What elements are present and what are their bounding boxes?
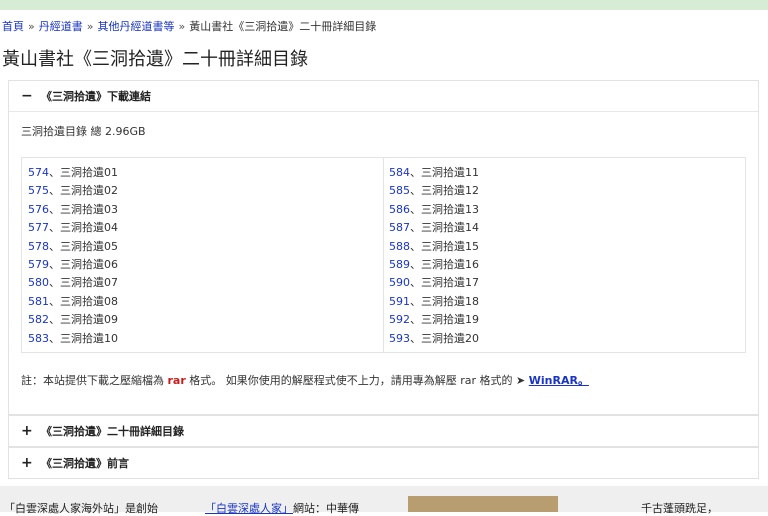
volume-name: 、三洞拾遺19 [410,313,479,327]
footer-text-2: 「白雲深處人家」網站：中華傳 [205,500,359,516]
volume-number-link[interactable]: 592 [389,313,410,326]
collapse-icon: − [21,88,33,104]
volume-number-link[interactable]: 590 [389,276,410,289]
volume-number-link[interactable]: 589 [389,258,410,271]
download-link-item[interactable]: 589、三洞拾遺16 [389,256,479,274]
volume-number-link[interactable]: 586 [389,203,410,216]
download-note: 註：本站提供下載之壓縮檔為 rar 格式。 如果你使用的解壓程式使不上力，請用專… [21,372,589,388]
note-middle: 格式。 如果你使用的解壓程式使不上力，請用專為解壓 rar 格式的 ➤ [185,374,529,387]
volume-name: 、三洞拾遺01 [49,166,118,179]
download-link-item[interactable]: 582、三洞拾遺09 [28,311,118,329]
volume-number-link[interactable]: 584 [389,166,410,179]
download-link-item[interactable]: 592、三洞拾遺19 [389,311,479,329]
panel-title: 《三洞拾遺》下載連結 [41,90,151,103]
download-link-item[interactable]: 577、三洞拾遺04 [28,219,118,237]
preface-panel-header[interactable]: + 《三洞拾遺》前言 [9,448,758,478]
volume-number-link[interactable]: 587 [389,221,410,234]
links-column-right: 584、三洞拾遺11 585、三洞拾遺12 586、三洞拾遺13 587、三洞拾… [389,164,479,348]
breadcrumb-separator: » [178,20,186,33]
download-link-item[interactable]: 591、三洞拾遺18 [389,293,479,311]
volume-name: 、三洞拾遺03 [49,202,118,216]
breadcrumb-subcategory-link[interactable]: 其他丹經道書等 [97,20,174,33]
volume-name: 、三洞拾遺02 [49,184,118,198]
volume-name: 、三洞拾遺14 [410,221,479,235]
download-link-item[interactable]: 580、三洞拾遺07 [28,274,118,292]
total-size-summary: 三洞拾遺目錄 總 2.96GB [21,125,146,138]
expand-icon: + [21,423,33,439]
download-link-item[interactable]: 585、三洞拾遺12 [389,182,479,200]
expand-icon: + [21,455,33,471]
breadcrumb-separator: » [28,20,35,33]
download-link-item[interactable]: 590、三洞拾遺17 [389,274,479,292]
volume-name: 、三洞拾遺15 [410,239,479,253]
page-title: 黃山書社《三洞拾遺》二十冊詳細目錄 [2,49,308,70]
detailed-catalog-panel-header[interactable]: + 《三洞拾遺》二十冊詳細目錄 [9,416,758,446]
volume-number-link[interactable]: 581 [28,295,49,308]
download-link-item[interactable]: 578、三洞拾遺05 [28,238,118,256]
volume-number-link[interactable]: 577 [28,221,49,234]
volume-number-link[interactable]: 593 [389,332,410,345]
panel-title: 《三洞拾遺》前言 [41,457,129,470]
download-link-item[interactable]: 575、三洞拾遺02 [28,182,118,200]
detailed-catalog-panel: + 《三洞拾遺》二十冊詳細目錄 [8,415,759,447]
volume-name: 、三洞拾遺10 [49,331,118,345]
volume-name: 、三洞拾遺12 [410,184,479,198]
volume-name: 、三洞拾遺18 [410,294,479,308]
breadcrumb-home-link[interactable]: 首頁 [2,20,24,33]
download-link-item[interactable]: 587、三洞拾遺14 [389,219,479,237]
volume-number-link[interactable]: 591 [389,295,410,308]
top-color-bar [0,0,768,10]
panel-title: 《三洞拾遺》二十冊詳細目錄 [41,425,184,438]
volume-number-link[interactable]: 578 [28,240,49,253]
volume-number-link[interactable]: 574 [28,166,49,179]
winrar-link[interactable]: WinRAR。 [529,374,589,387]
footer-image [408,496,558,512]
download-link-item[interactable]: 581、三洞拾遺08 [28,293,118,311]
download-link-item[interactable]: 583、三洞拾遺10 [28,330,118,348]
volume-name: 、三洞拾遺09 [49,313,118,327]
breadcrumb-current: 黃山書社《三洞拾遺》二十冊詳細目錄 [189,20,377,33]
download-link-item[interactable]: 579、三洞拾遺06 [28,256,118,274]
volume-number-link[interactable]: 576 [28,203,49,216]
volume-name: 、三洞拾遺07 [49,276,118,290]
download-links-panel: − 《三洞拾遺》下載連結 三洞拾遺目錄 總 2.96GB 574、三洞拾遺01 5… [8,80,759,415]
volume-name: 、三洞拾遺04 [49,221,118,235]
volume-name: 、三洞拾遺20 [410,331,479,345]
volume-name: 、三洞拾遺13 [410,202,479,216]
footer-text-1: 「白雲深處人家海外站」是創始 [4,502,158,515]
download-link-item[interactable]: 593、三洞拾遺20 [389,330,479,348]
breadcrumb-separator: » [86,20,94,33]
download-link-item[interactable]: 576、三洞拾遺03 [28,201,118,219]
volume-name: 、三洞拾遺11 [410,166,479,179]
site-link[interactable]: 「白雲深處人家」 [205,502,293,515]
volume-name: 、三洞拾遺05 [49,239,118,253]
download-links-table: 574、三洞拾遺01 575、三洞拾遺02 576、三洞拾遺03 577、三洞拾… [21,157,746,353]
volume-name: 、三洞拾遺17 [410,276,479,290]
breadcrumb: 首頁» 丹經道書» 其他丹經道書等» 黃山書社《三洞拾遺》二十冊詳細目錄 [2,18,376,34]
preface-panel: + 《三洞拾遺》前言 [8,447,759,479]
volume-number-link[interactable]: 588 [389,240,410,253]
download-link-item[interactable]: 574、三洞拾遺01 [28,164,118,182]
links-column-left: 574、三洞拾遺01 575、三洞拾遺02 576、三洞拾遺03 577、三洞拾… [28,164,118,348]
volume-number-link[interactable]: 575 [28,184,49,197]
download-links-panel-header[interactable]: − 《三洞拾遺》下載連結 [9,81,758,112]
column-divider [383,158,384,352]
note-prefix: 註：本站提供下載之壓縮檔為 [21,374,168,387]
volume-name: 、三洞拾遺08 [49,294,118,308]
download-link-item[interactable]: 586、三洞拾遺13 [389,201,479,219]
download-link-item[interactable]: 584、三洞拾遺11 [389,164,479,182]
volume-number-link[interactable]: 585 [389,184,410,197]
rar-format-label: rar [167,374,186,387]
volume-number-link[interactable]: 580 [28,276,49,289]
volume-number-link[interactable]: 582 [28,313,49,326]
footer-text-3: 千古蓬頭跣足， [641,502,718,515]
footer-text-2-rest: 網站：中華傳 [293,502,359,515]
volume-number-link[interactable]: 579 [28,258,49,271]
volume-name: 、三洞拾遺16 [410,257,479,271]
download-link-item[interactable]: 588、三洞拾遺15 [389,238,479,256]
volume-number-link[interactable]: 583 [28,332,49,345]
volume-name: 、三洞拾遺06 [49,257,118,271]
breadcrumb-category-link[interactable]: 丹經道書 [39,20,83,33]
